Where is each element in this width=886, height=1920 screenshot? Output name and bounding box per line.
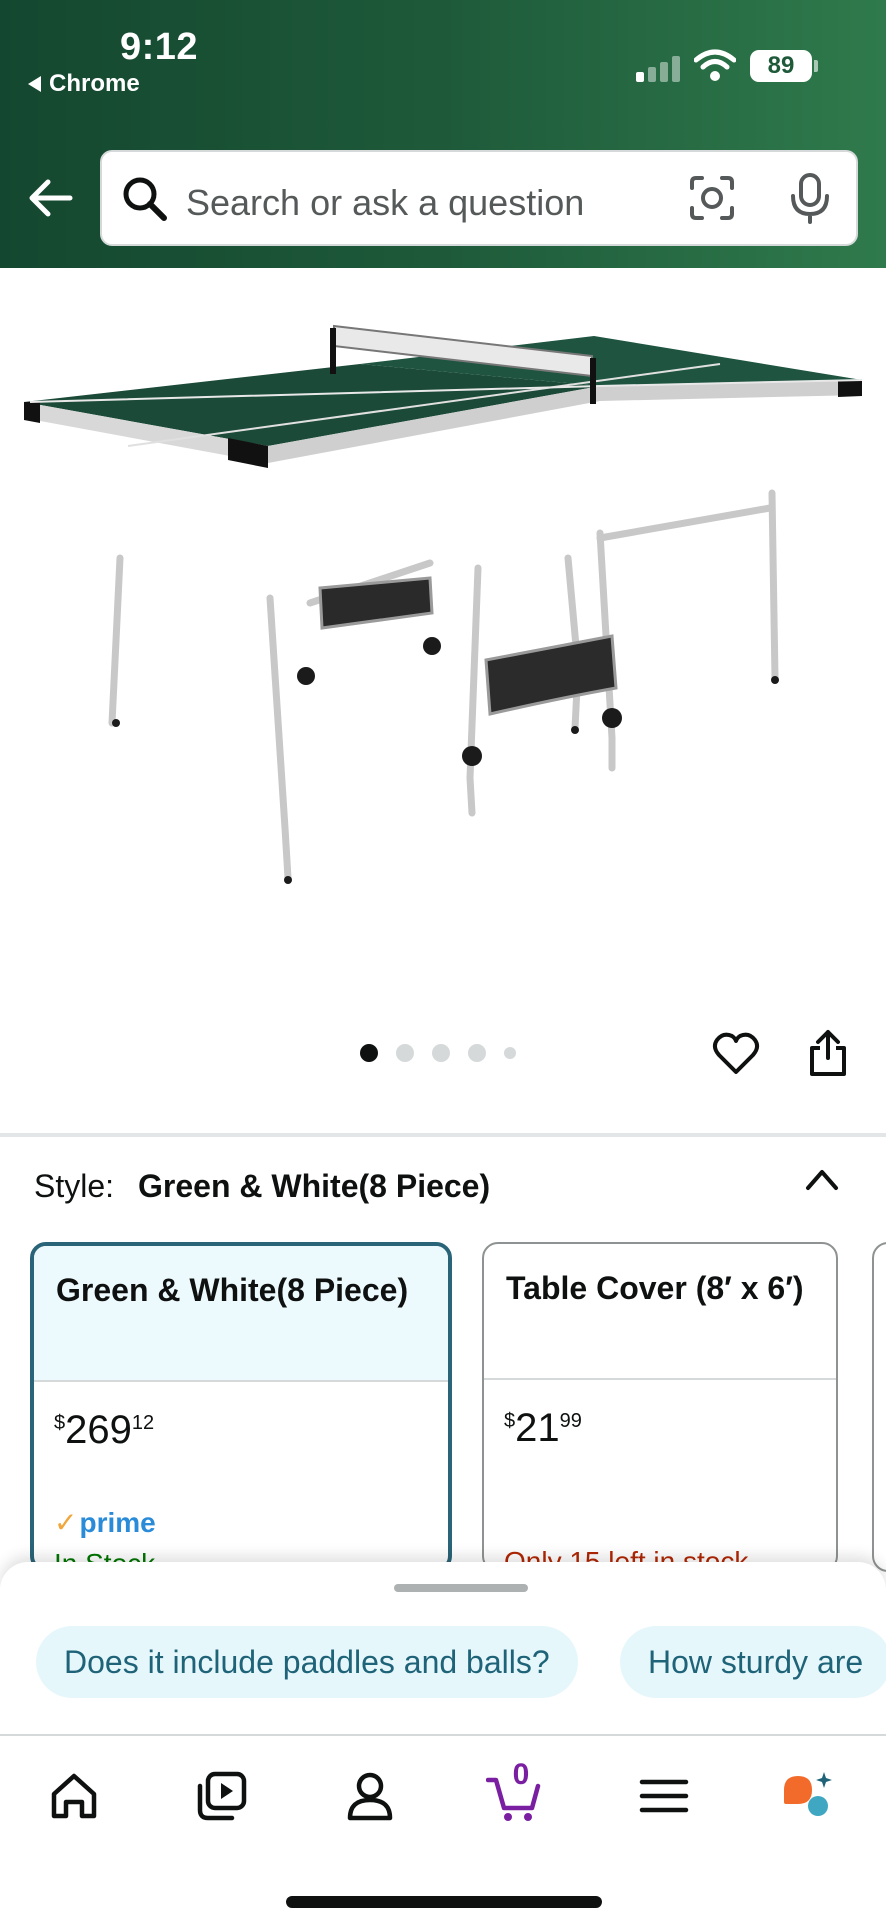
menu-icon[interactable] [636,1768,692,1824]
suggestion-sheet: Does it include paddles and balls? How s… [0,1562,886,1740]
sheet-grabber[interactable] [394,1584,528,1592]
style-option-card-peek[interactable] [872,1242,886,1572]
header: 9:12 Chrome 89 Search or ask a question [0,0,886,268]
carousel-dot[interactable] [360,1044,378,1062]
cart-button[interactable]: 0 [485,1758,542,1824]
style-option-title: Green & White(8 Piece) [34,1246,448,1382]
carousel-dot[interactable] [468,1044,486,1062]
style-option-price: $2199 [504,1406,582,1450]
video-icon[interactable] [194,1768,250,1824]
style-selector-header[interactable]: Style: Green & White(8 Piece) [34,1168,490,1205]
ping-pong-table-image [24,324,863,884]
style-option-title: Table Cover (8′ x 6′) [484,1244,836,1380]
carousel-dot[interactable] [504,1047,516,1059]
style-value: Green & White(8 Piece) [138,1168,491,1204]
chevron-up-icon[interactable] [802,1164,842,1194]
home-icon[interactable] [46,1768,102,1824]
battery-indicator: 89 [750,50,812,82]
share-icon[interactable] [806,1028,850,1078]
image-carousel-dots[interactable] [360,1044,516,1062]
search-input[interactable]: Search or ask a question [100,150,858,246]
style-label: Style: [34,1168,115,1204]
product-page: 9:12 Chrome 89 Search or ask a question … [0,0,886,1920]
style-option-card[interactable]: Green & White(8 Piece) $26912 ✓ prime In … [30,1242,452,1572]
style-option-card[interactable]: Table Cover (8′ x 6′) $2199 Only 15 left… [482,1242,838,1572]
cart-count: 0 [512,1758,530,1791]
carousel-dot[interactable] [432,1044,450,1062]
back-to-app-link[interactable]: Chrome [28,70,140,98]
carousel-dot[interactable] [396,1044,414,1062]
product-image[interactable] [0,268,886,988]
wifi-icon [694,49,736,81]
bottom-nav: 0 [0,1734,886,1920]
camera-search-icon[interactable] [688,174,736,222]
prime-check-icon: ✓ [54,1507,78,1538]
home-indicator [286,1896,602,1908]
search-placeholder: Search or ask a question [186,182,585,223]
back-app-label: Chrome [49,70,140,97]
section-divider [0,1133,886,1137]
status-time: 9:12 [120,26,199,68]
back-arrow-icon[interactable] [26,174,74,222]
account-icon[interactable] [342,1768,398,1824]
signal-icon [636,56,682,82]
suggestion-chip[interactable]: How sturdy are [620,1626,886,1698]
prime-badge: ✓ prime [54,1506,156,1539]
battery-tip [814,60,818,72]
back-triangle-icon [28,76,41,92]
suggestion-chip[interactable]: Does it include paddles and balls? [36,1626,578,1698]
style-option-price: $26912 [54,1408,155,1452]
search-icon [123,177,167,221]
heart-icon[interactable] [712,1030,760,1076]
microphone-icon[interactable] [788,172,832,224]
rufus-icon[interactable] [780,1768,836,1824]
